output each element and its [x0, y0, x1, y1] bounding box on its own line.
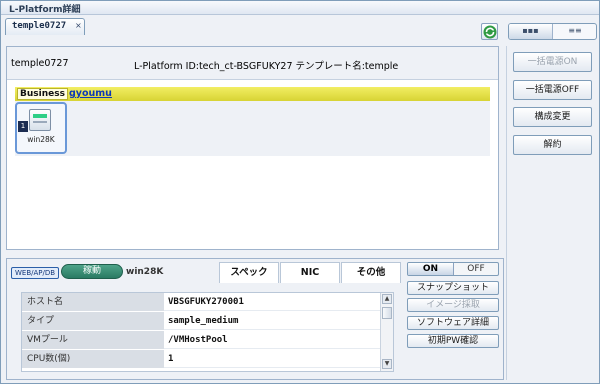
- power-on-button[interactable]: ON: [408, 263, 454, 275]
- cancel-contract-button[interactable]: 解約: [513, 135, 592, 155]
- refresh-icon: [483, 25, 497, 39]
- list-view-button[interactable]: ≡≡: [553, 24, 596, 39]
- server-detail-panel: WEB/AP/DB 稼動 win28K スペック NIC その他 ON OFF …: [6, 258, 504, 380]
- action-sidebar: 一括電源ON 一括電源OFF 構成変更 解約: [506, 46, 597, 380]
- spec-value: VBSGFUKY270001: [168, 297, 244, 307]
- table-row: タイプ sample_medium: [22, 312, 380, 330]
- snapshot-button[interactable]: スナップショット: [407, 281, 499, 295]
- title-bar: L-Platform詳細: [1, 1, 599, 15]
- change-configuration-button[interactable]: 構成変更: [513, 107, 592, 127]
- image-capture-button[interactable]: イメージ採取: [407, 298, 499, 312]
- tab-temple0727[interactable]: temple0727 ×: [5, 18, 85, 35]
- tab-spec[interactable]: スペック: [219, 262, 279, 283]
- business-segment-bar: Business gyoumu: [15, 87, 490, 101]
- software-details-button[interactable]: ソフトウェア詳細: [407, 316, 499, 330]
- platform-info: L-Platform ID:tech_ct-BSGFUKY27 テンプレート名:…: [134, 61, 399, 72]
- spec-value: /VMHostPool: [168, 335, 228, 345]
- icon-view-button[interactable]: ▪▪▪: [509, 24, 553, 39]
- spec-key: ホスト名: [22, 293, 164, 311]
- table-row: VMプール /VMHostPool: [22, 331, 380, 349]
- power-off-all-button[interactable]: 一括電源OFF: [513, 80, 592, 100]
- view-mode-toggle: ▪▪▪ ≡≡: [508, 23, 597, 40]
- spec-key: VMプール: [22, 331, 164, 349]
- platform-panel: temple0727 L-Platform ID:tech_ct-BSGFUKY…: [6, 46, 499, 250]
- spec-key: タイプ: [22, 312, 164, 330]
- server-name: win28K: [27, 135, 55, 144]
- tab-other[interactable]: その他: [341, 262, 401, 283]
- refresh-button[interactable]: [481, 23, 498, 40]
- initial-password-button[interactable]: 初期PW確認: [407, 334, 499, 348]
- server-node[interactable]: 1 win28K: [15, 102, 67, 154]
- server-index-badge: 1: [18, 121, 28, 132]
- scroll-up-icon[interactable]: ▲: [382, 294, 392, 304]
- scroll-down-icon[interactable]: ▼: [382, 359, 392, 369]
- server-icon: [29, 109, 51, 131]
- power-off-button[interactable]: OFF: [454, 263, 498, 275]
- business-link[interactable]: gyoumu: [69, 88, 112, 99]
- spec-value: sample_medium: [168, 316, 239, 326]
- environment-tag: WEB/AP/DB: [11, 267, 60, 279]
- spec-scrollbar[interactable]: ▲ ▼: [380, 293, 393, 371]
- platform-name: temple0727: [11, 58, 69, 69]
- lplatform-detail-window: L-Platform詳細 temple0727 × ▪▪▪ ≡≡ temple0…: [0, 0, 600, 384]
- spec-table: ホスト名 VBSGFUKY270001 タイプ sample_medium VM…: [21, 292, 394, 372]
- table-row: CPU数(個) 1: [22, 350, 380, 368]
- scroll-thumb[interactable]: [382, 307, 392, 319]
- status-badge: 稼動: [61, 264, 123, 279]
- window-title: L-Platform詳細: [9, 5, 81, 15]
- host-name: win28K: [126, 267, 164, 277]
- spec-value: 1: [168, 354, 174, 364]
- tab-label: temple0727: [12, 21, 67, 31]
- spec-key: CPU数(個): [22, 350, 164, 368]
- table-row: ホスト名 VBSGFUKY270001: [22, 293, 380, 311]
- power-on-all-button[interactable]: 一括電源ON: [513, 52, 592, 72]
- tab-nic[interactable]: NIC: [280, 262, 340, 283]
- business-segment-area: [15, 101, 490, 156]
- platform-header: temple0727 L-Platform ID:tech_ct-BSGFUKY…: [7, 47, 498, 80]
- power-toggle: ON OFF: [407, 262, 499, 276]
- close-icon[interactable]: ×: [75, 21, 82, 30]
- business-label: Business: [17, 88, 68, 100]
